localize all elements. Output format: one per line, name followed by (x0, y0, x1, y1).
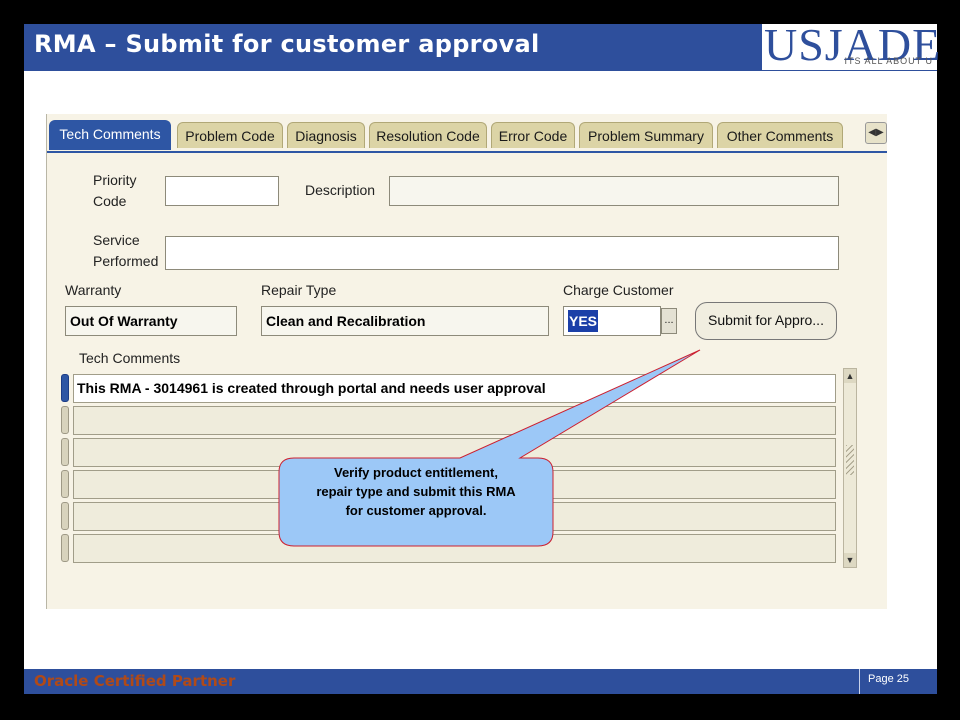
charge-customer-label: Charge Customer (563, 282, 674, 298)
charge-customer-lov-button[interactable]: ... (661, 308, 677, 334)
row-indicator[interactable] (61, 438, 69, 466)
scroll-down-arrow-icon[interactable]: ▼ (844, 553, 856, 567)
scroll-grip-icon[interactable] (846, 445, 854, 475)
repair-type-field[interactable]: Clean and Recalibration (261, 306, 549, 336)
service-label-line1: Service (93, 232, 140, 248)
page-number: Page 25 (868, 673, 909, 685)
tech-comment-row[interactable] (73, 406, 836, 435)
tab-tech-comments[interactable]: Tech Comments (49, 120, 171, 150)
partner-label: Oracle Certified Partner (34, 672, 236, 690)
tech-comment-row[interactable]: This RMA - 3014961 is created through po… (73, 374, 836, 403)
callout-line2: repair type and submit this RMA (316, 484, 516, 499)
priority-label-line1: Priority (93, 172, 137, 188)
service-performed-label: Service Performed (93, 230, 158, 272)
oracle-form-screenshot: Tech Comments Problem Code Diagnosis Res… (46, 114, 887, 609)
service-performed-field[interactable] (165, 236, 839, 270)
company-logo: USJADE ITS ALL ABOUT U (764, 20, 940, 70)
slide-title: RMA – Submit for customer approval (34, 30, 540, 58)
scroll-up-arrow-icon[interactable]: ▲ (844, 369, 856, 383)
warranty-label: Warranty (65, 282, 122, 298)
row-indicator[interactable] (61, 534, 69, 562)
tab-resolution-code[interactable]: Resolution Code (369, 122, 487, 148)
tab-scroll-arrows-icon[interactable]: ◀▶ (865, 122, 887, 144)
row-indicator-active[interactable] (61, 374, 69, 402)
repair-type-value: Clean and Recalibration (266, 313, 426, 329)
logo-tagline: ITS ALL ABOUT U (844, 56, 933, 66)
service-label-line2: Performed (93, 253, 159, 269)
warranty-field[interactable]: Out Of Warranty (65, 306, 237, 336)
title-divider (24, 70, 937, 71)
charge-customer-value: YES (568, 310, 599, 332)
tab-problem-code[interactable]: Problem Code (177, 122, 283, 148)
tech-comment-text: This RMA - 3014961 is created through po… (77, 380, 546, 396)
footer-divider (859, 669, 860, 694)
tech-comments-label: Tech Comments (79, 350, 181, 366)
row-indicator[interactable] (61, 502, 69, 530)
callout-text: Verify product entitlement, repair type … (282, 463, 550, 520)
callout-line3: for customer approval. (345, 503, 487, 518)
tab-diagnosis[interactable]: Diagnosis (287, 122, 365, 148)
footer-bar: Oracle Certified Partner Page 25 (24, 669, 937, 694)
description-label: Description (305, 182, 376, 198)
callout-line1: Verify product entitlement, (334, 465, 498, 480)
priority-label-line2: Code (93, 193, 127, 209)
tab-error-code[interactable]: Error Code (491, 122, 575, 148)
tab-problem-summary[interactable]: Problem Summary (579, 122, 713, 148)
row-indicator[interactable] (61, 406, 69, 434)
comments-scrollbar[interactable]: ▲ ▼ (843, 368, 857, 568)
tab-underline (47, 151, 887, 153)
warranty-value: Out Of Warranty (70, 313, 178, 329)
tab-strip: Tech Comments Problem Code Diagnosis Res… (47, 118, 887, 153)
row-indicator[interactable] (61, 470, 69, 498)
tech-comment-row[interactable] (73, 534, 836, 563)
slide: RMA – Submit for customer approval USJAD… (24, 20, 940, 670)
title-bar: RMA – Submit for customer approval (24, 24, 762, 70)
charge-customer-field[interactable]: YES (563, 306, 661, 336)
tab-other-comments[interactable]: Other Comments (717, 122, 843, 148)
submit-for-approval-button[interactable]: Submit for Appro... (695, 302, 837, 340)
priority-code-label: Priority Code (93, 170, 137, 212)
description-field[interactable] (389, 176, 839, 206)
repair-type-label: Repair Type (261, 282, 337, 298)
priority-code-field[interactable] (165, 176, 279, 206)
